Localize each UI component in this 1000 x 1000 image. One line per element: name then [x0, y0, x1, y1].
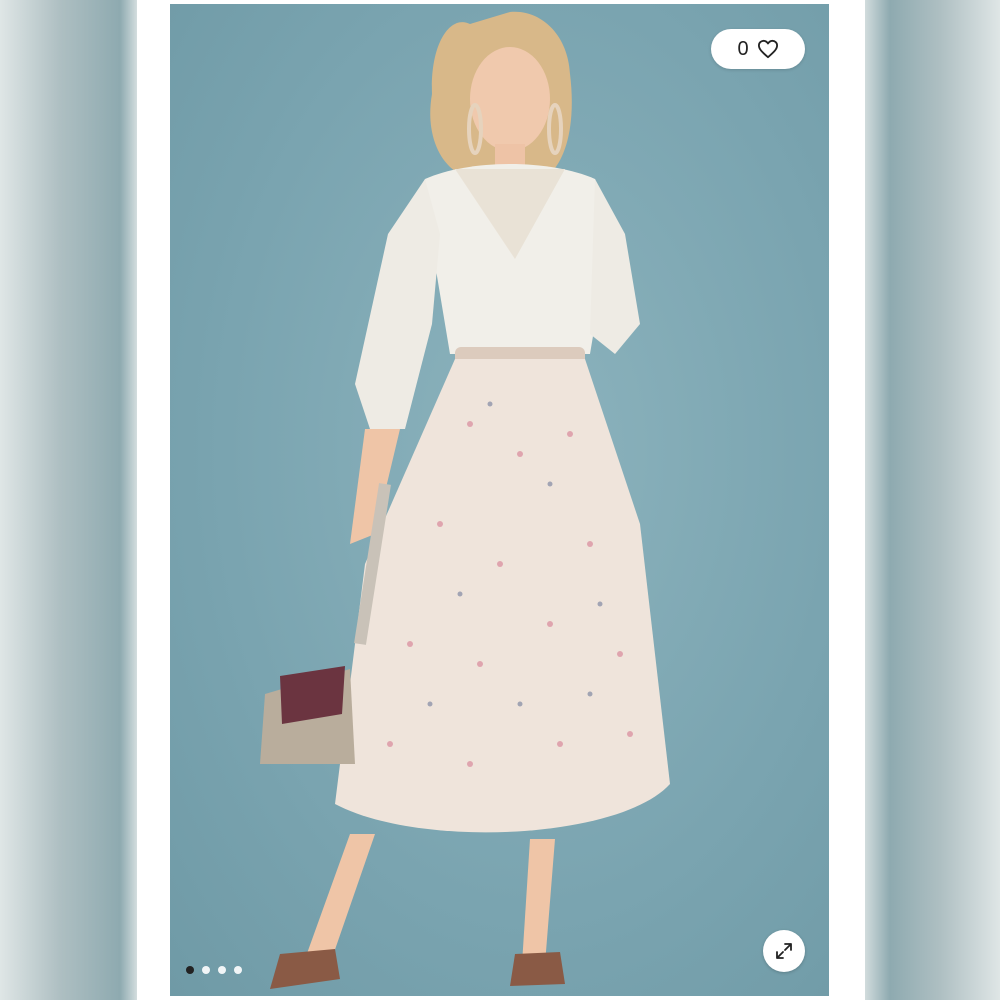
gallery-dot-1[interactable] [186, 966, 194, 974]
gallery-dot-3[interactable] [218, 966, 226, 974]
expand-icon [776, 943, 792, 959]
like-button[interactable]: 0 [711, 29, 805, 69]
gallery-dot-2[interactable] [202, 966, 210, 974]
heart-icon [757, 39, 778, 59]
gallery-dot-4[interactable] [234, 966, 242, 974]
like-count: 0 [737, 37, 749, 60]
model-illustration [260, 11, 670, 989]
gallery-pagination [186, 966, 242, 974]
expand-button[interactable] [763, 930, 805, 972]
product-image[interactable] [170, 4, 829, 996]
